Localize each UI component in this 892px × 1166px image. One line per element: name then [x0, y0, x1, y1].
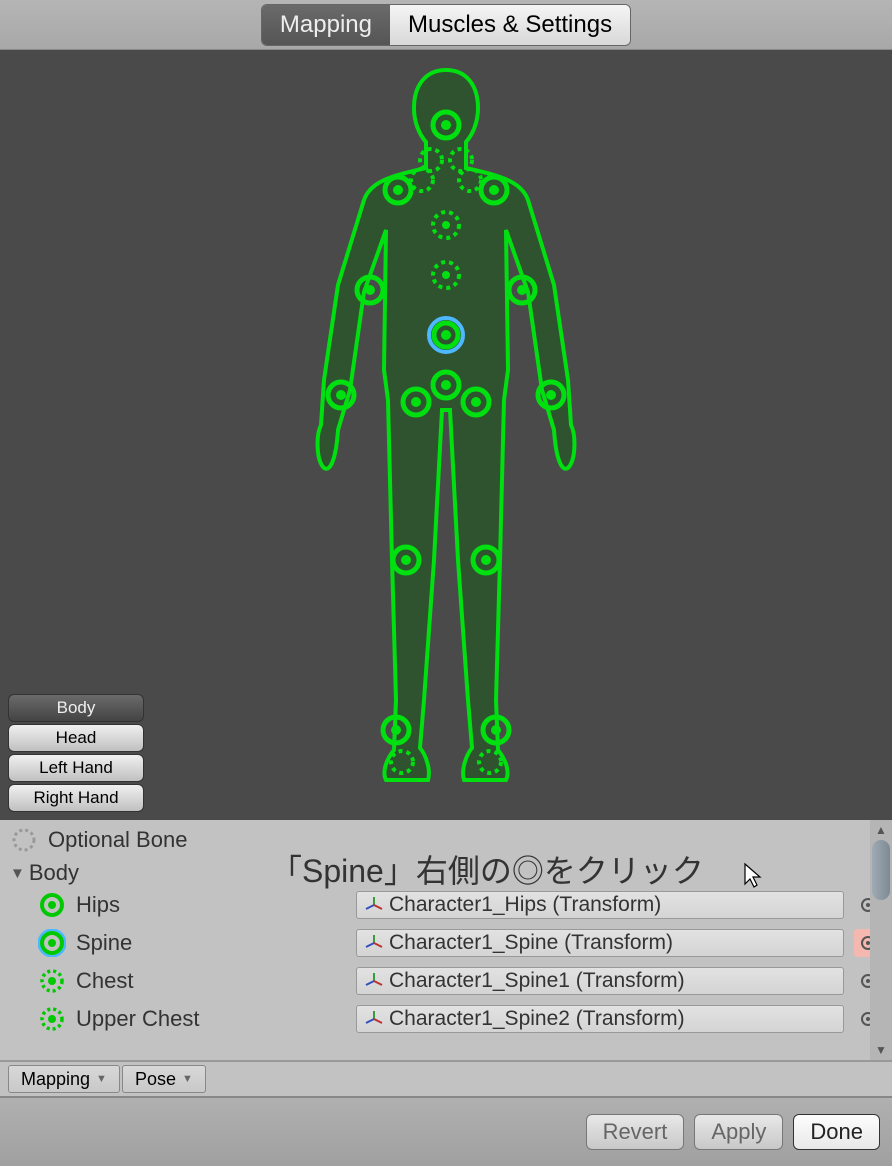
part-body-button[interactable]: Body: [8, 694, 144, 722]
footer-bar: Revert Apply Done: [0, 1096, 892, 1166]
dropdown-caret-icon: ▼: [96, 1073, 107, 1085]
part-right-hand-button[interactable]: Right Hand: [8, 784, 144, 812]
optional-bone-node-icon: [38, 967, 66, 995]
body-heading-label: Body: [29, 860, 79, 886]
bone-transform-value: Character1_Spine1 (Transform): [389, 969, 685, 993]
transform-axis-icon: [365, 934, 383, 952]
part-head-button[interactable]: Head: [8, 724, 144, 752]
dropdown-caret-icon: ▼: [182, 1073, 193, 1085]
scroll-down-arrow-icon[interactable]: ▼: [870, 1040, 892, 1060]
scroll-up-arrow-icon[interactable]: ▲: [870, 820, 892, 840]
bone-row: Upper Chest Character1_Spine2 (Transform): [38, 1004, 882, 1034]
required-bone-node-icon: [38, 891, 66, 919]
pose-dropdown[interactable]: Pose ▼: [122, 1065, 206, 1093]
avatar-body-diagram[interactable]: [266, 60, 626, 810]
config-tabs: Mapping Muscles & Settings: [0, 0, 892, 50]
bone-transform-field[interactable]: Character1_Spine1 (Transform): [356, 967, 844, 995]
scroll-thumb[interactable]: [872, 840, 890, 900]
part-left-hand-button[interactable]: Left Hand: [8, 754, 144, 782]
bone-transform-field[interactable]: Character1_Spine2 (Transform): [356, 1005, 844, 1033]
bone-row: Spine Character1_Spine (Transform): [38, 928, 882, 958]
annotation-text: 「Spine」右側の◎をクリック: [270, 846, 704, 892]
dropdown-bar: Mapping ▼ Pose ▼: [0, 1060, 892, 1096]
bone-transform-field[interactable]: Character1_Spine (Transform): [356, 929, 844, 957]
bone-transform-field[interactable]: Character1_Hips (Transform): [356, 891, 844, 919]
bone-mapping-section: Optional Bone 「Spine」右側の◎をクリック ▼ Body Hi…: [0, 820, 892, 1060]
mapping-dropdown[interactable]: Mapping ▼: [8, 1065, 120, 1093]
mapping-dropdown-label: Mapping: [21, 1069, 90, 1090]
required-bone-node-icon: [38, 929, 66, 957]
transform-axis-icon: [365, 972, 383, 990]
tab-group: Mapping Muscles & Settings: [261, 4, 631, 46]
bone-transform-value: Character1_Spine (Transform): [389, 931, 673, 955]
bone-name-label: Spine: [76, 930, 346, 956]
foldout-arrow-icon: ▼: [10, 865, 25, 882]
transform-axis-icon: [365, 1010, 383, 1028]
optional-bone-icon: [10, 826, 38, 854]
scroll-track[interactable]: [870, 840, 892, 1040]
vertical-scrollbar[interactable]: ▲ ▼: [870, 820, 892, 1060]
bone-row-list: Hips Character1_Hips (Transform) Spine Char…: [10, 890, 882, 1034]
bone-name-label: Upper Chest: [76, 1006, 346, 1032]
bone-transform-value: Character1_Hips (Transform): [389, 893, 661, 917]
optional-bone-node-icon: [38, 1005, 66, 1033]
bone-transform-value: Character1_Spine2 (Transform): [389, 1007, 685, 1031]
bone-row: Chest Character1_Spine1 (Transform): [38, 966, 882, 996]
avatar-viewport: Body Head Left Hand Right Hand: [0, 50, 892, 820]
revert-button[interactable]: Revert: [586, 1114, 685, 1150]
pose-dropdown-label: Pose: [135, 1069, 176, 1090]
bone-row: Hips Character1_Hips (Transform): [38, 890, 882, 920]
transform-axis-icon: [365, 896, 383, 914]
body-part-selector: Body Head Left Hand Right Hand: [8, 694, 144, 812]
bone-name-label: Chest: [76, 968, 346, 994]
tab-mapping[interactable]: Mapping: [262, 5, 390, 45]
tab-muscles-settings[interactable]: Muscles & Settings: [390, 5, 630, 45]
done-button[interactable]: Done: [793, 1114, 880, 1150]
apply-button[interactable]: Apply: [694, 1114, 783, 1150]
bone-name-label: Hips: [76, 892, 346, 918]
optional-bone-label: Optional Bone: [48, 827, 187, 853]
